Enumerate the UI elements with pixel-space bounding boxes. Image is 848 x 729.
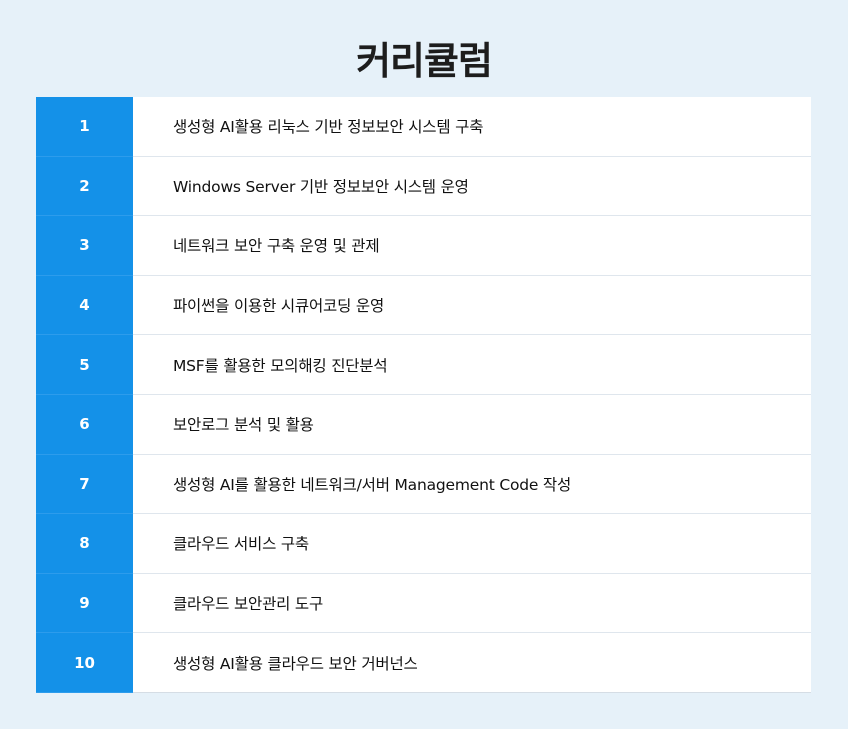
item-label: 파이썬을 이용한 시큐어코딩 운영 <box>173 297 385 316</box>
item-number: 7 <box>36 454 133 515</box>
list-item: 7 생성형 AI를 활용한 네트워크/서버 Management Code 작성 <box>36 454 811 515</box>
item-label: MSF를 활용한 모의해킹 진단분석 <box>173 356 388 375</box>
item-number: 2 <box>36 156 133 217</box>
list-item: 10 생성형 AI활용 클라우드 보안 거버넌스 <box>36 633 811 693</box>
item-label: 생성형 AI활용 리눅스 기반 정보보안 시스템 구축 <box>173 118 484 137</box>
page-title: 커리큘럼 <box>356 39 493 84</box>
list-item: 3 네트워크 보안 구축 운영 및 관제 <box>36 216 811 276</box>
list-item: 1 생성형 AI활용 리눅스 기반 정보보안 시스템 구축 <box>36 97 811 157</box>
curriculum-list: 1 생성형 AI활용 리눅스 기반 정보보안 시스템 구축 2 Windows … <box>36 97 811 693</box>
item-label: 생성형 AI를 활용한 네트워크/서버 Management Code 작성 <box>173 475 572 494</box>
list-item: 9 클라우드 보안관리 도구 <box>36 573 811 634</box>
item-label: 클라우드 보안관리 도구 <box>173 595 324 614</box>
item-label: 클라우드 서비스 구축 <box>173 535 309 554</box>
list-item: 8 클라우드 서비스 구축 <box>36 514 811 574</box>
item-number: 8 <box>36 514 133 574</box>
item-number: 3 <box>36 216 133 276</box>
item-number: 9 <box>36 573 133 634</box>
item-number: 1 <box>36 97 133 157</box>
list-item: 4 파이썬을 이용한 시큐어코딩 운영 <box>36 275 811 336</box>
list-item: 6 보안로그 분석 및 활용 <box>36 394 811 455</box>
list-item: 5 MSF를 활용한 모의해킹 진단분석 <box>36 335 811 395</box>
item-label: Windows Server 기반 정보보안 시스템 운영 <box>173 177 469 196</box>
item-label: 생성형 AI활용 클라우드 보안 거버넌스 <box>173 654 418 673</box>
item-number: 10 <box>36 633 133 693</box>
item-number: 5 <box>36 335 133 395</box>
item-label: 네트워크 보안 구축 운영 및 관제 <box>173 237 380 256</box>
list-item: 2 Windows Server 기반 정보보안 시스템 운영 <box>36 156 811 217</box>
item-number: 6 <box>36 394 133 455</box>
item-number: 4 <box>36 275 133 336</box>
item-label: 보안로그 분석 및 활용 <box>173 416 314 435</box>
